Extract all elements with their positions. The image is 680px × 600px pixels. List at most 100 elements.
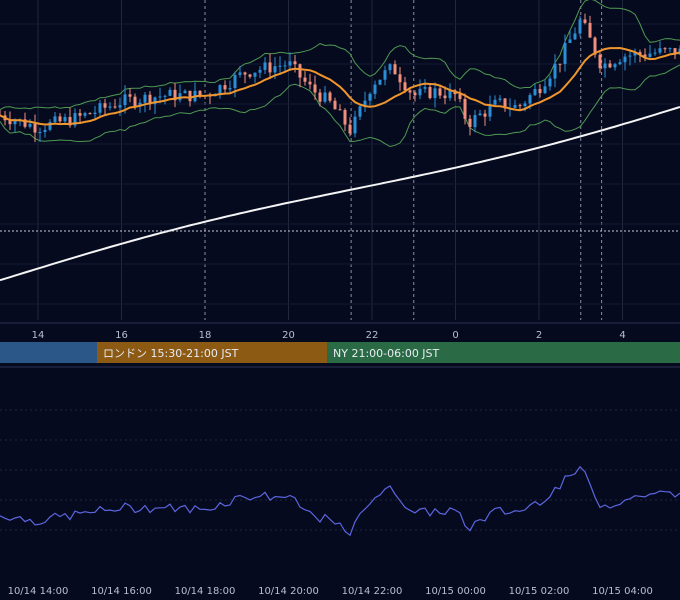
candle [263,62,267,70]
candle [533,89,537,96]
candle [653,52,657,54]
candle [528,95,532,104]
candle [498,98,502,100]
candle [313,84,317,93]
candle [133,96,137,107]
candle [268,62,272,73]
candle [223,85,227,90]
candle [183,90,187,94]
candle [98,103,102,113]
session-label: ロンドン 15:30-21:00 JST [103,347,239,360]
candle [293,61,297,65]
candle [433,88,437,99]
candle [103,103,107,108]
candle [113,106,117,108]
x-tick-label: 10/14 14:00 [8,586,69,597]
candle [63,116,67,122]
candle [668,48,672,50]
candle [163,95,167,97]
x-tick-label: 20 [282,330,295,341]
candle [493,99,497,105]
candle [568,39,572,43]
x-tick-label: 18 [199,330,212,341]
candle [358,106,362,117]
candle [543,86,547,94]
x-tick-label: 10/15 00:00 [425,586,486,597]
candle [403,82,407,91]
candle [238,72,242,75]
candle [523,103,527,107]
candle [83,113,87,116]
candle [343,109,347,125]
candle [448,90,452,99]
candle [663,48,667,50]
x-tick-label: 10/15 02:00 [509,586,570,597]
candle [323,92,327,102]
candle [468,118,472,128]
candle [368,93,372,101]
candle [78,113,82,116]
candle [38,132,42,134]
candle [93,112,97,115]
candle [298,64,302,78]
candle [563,42,567,65]
candle [518,105,522,107]
session-block [0,342,97,363]
candle [243,72,247,75]
candle [288,61,292,66]
candle [658,48,662,53]
x-tick-label: 0 [452,330,458,341]
candle [283,65,287,67]
candle [13,121,17,125]
x-tick-label: 16 [115,330,128,341]
candle [88,113,92,115]
candle [118,105,122,108]
candle [308,81,312,85]
candle [398,74,402,83]
candle [603,63,607,69]
candle [393,64,397,75]
candle [408,90,412,93]
candle [618,62,622,65]
x-tick-label: 10/14 20:00 [258,586,319,597]
x-tick-label: 10/14 16:00 [91,586,152,597]
candle [253,72,257,77]
candle [303,77,307,82]
candle [588,22,592,38]
candle [423,87,427,89]
candle [548,78,552,87]
candle [53,116,57,122]
candle [488,104,492,117]
candle [438,88,442,96]
candle [458,94,462,99]
candle [388,64,392,71]
candle [58,116,62,122]
x-tick-label: 4 [619,330,625,341]
candle [338,109,342,111]
candle [583,19,587,23]
candle [273,66,277,73]
candle [143,94,147,103]
price-chart: 14 16 18 20 22 0 2 4 ロンドン 15:30-21:00 JST NY 21:… [0,0,680,600]
candle [108,106,112,108]
candle [473,115,477,128]
candle [158,96,162,98]
candle [373,84,377,94]
candle [328,92,332,101]
candle [648,53,652,57]
candle [233,74,237,88]
candle [318,92,322,102]
candle [418,88,422,96]
x-tick-label: 14 [32,330,45,341]
candle [443,95,447,99]
session-bar: ロンドン 15:30-21:00 JST NY 21:00-06:00 JST [0,342,680,363]
candle [198,90,202,96]
candle [378,79,382,85]
candle [558,63,562,65]
candle [578,19,582,34]
candle [278,65,282,67]
x-tick-label: 10/14 22:00 [342,586,403,597]
candle [348,124,352,134]
candle [628,55,632,57]
candle [538,89,542,94]
